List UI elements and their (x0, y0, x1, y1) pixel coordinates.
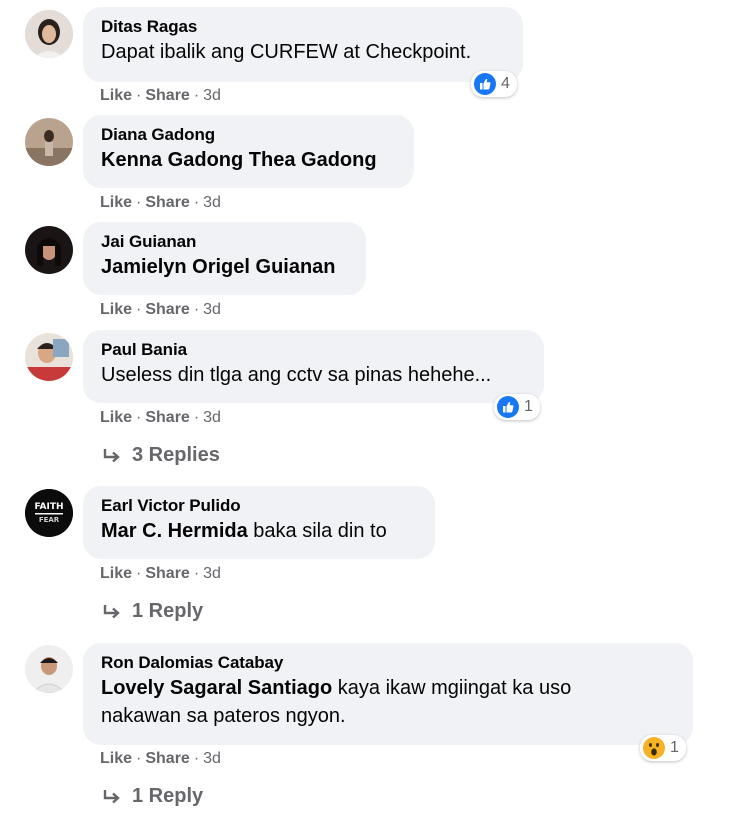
separator-dot: · (193, 565, 200, 582)
reaction-count-number: 1 (670, 739, 679, 756)
share-button[interactable]: Share (145, 87, 189, 104)
share-button[interactable]: Share (145, 194, 189, 211)
reaction-count[interactable]: 1 (640, 735, 686, 761)
like-button[interactable]: Like (100, 565, 132, 582)
separator-dot: · (193, 301, 200, 318)
separator-dot: · (193, 87, 200, 104)
like-button[interactable]: Like (100, 409, 132, 426)
like-icon (497, 396, 519, 418)
comment-text: Dapat ibalik ang CURFEW at Checkpoint. (101, 41, 472, 63)
comment-author[interactable]: Earl Victor Pulido (101, 495, 417, 517)
mention-link[interactable]: Lovely Sagaral Santiago (101, 677, 332, 699)
reaction-count-number: 4 (501, 75, 510, 92)
separator-dot: · (136, 301, 142, 318)
avatar-image (25, 226, 73, 274)
avatar[interactable] (25, 118, 73, 166)
comment-actions: Like · Share · 3d (100, 193, 221, 213)
comment-author[interactable]: Ron Dalomias Catabay (101, 652, 675, 674)
comment-text[interactable]: Jamielyn Origel Guianan (101, 253, 348, 281)
view-replies-link[interactable]: 1 Reply (102, 600, 203, 623)
comment-bubble: Paul Bania Useless din tlga ang cctv sa … (83, 330, 544, 403)
share-button[interactable]: Share (145, 565, 189, 582)
reaction-count-number: 1 (524, 398, 533, 415)
reaction-count[interactable]: 4 (471, 71, 517, 97)
comment-timestamp[interactable]: 3d (203, 194, 221, 211)
separator-dot: · (193, 409, 200, 426)
like-button[interactable]: Like (100, 750, 132, 767)
comment-text[interactable]: Kenna Gadong Thea Gadong (101, 146, 396, 174)
separator-dot: · (136, 565, 142, 582)
view-replies-link[interactable]: 1 Reply (102, 785, 203, 808)
comment-text: Useless din tlga ang cctv sa pinas heheh… (101, 364, 492, 386)
comment-timestamp[interactable]: 3d (203, 565, 221, 582)
comment-actions: Like · Share · 3d (100, 408, 221, 428)
reaction-count[interactable]: 1 (494, 394, 540, 420)
comment-text: Lovely Sagaral Santiago kaya ikaw mgiing… (101, 674, 675, 702)
like-button[interactable]: Like (100, 301, 132, 318)
avatar[interactable] (25, 645, 73, 693)
wow-icon (643, 737, 665, 759)
comment-actions: Like · Share · 3d (100, 300, 221, 320)
reply-arrow-icon (103, 789, 120, 803)
comment-timestamp[interactable]: 3d (203, 409, 221, 426)
separator-dot: · (136, 409, 142, 426)
avatar[interactable] (25, 10, 73, 58)
comment-author[interactable]: Ditas Ragas (101, 16, 505, 38)
view-replies-label: 1 Reply (132, 600, 204, 622)
view-replies-label: 3 Replies (132, 444, 220, 466)
avatar-image (25, 10, 73, 58)
avatar-image (25, 489, 73, 537)
comment-bubble: Diana Gadong Kenna Gadong Thea Gadong (83, 115, 414, 188)
comment-actions: Like · Share · 3d (100, 749, 221, 769)
comment-actions: Like · Share · 3d (100, 86, 221, 106)
comment-bubble: Earl Victor Pulido Mar C. Hermida baka s… (83, 486, 435, 559)
avatar-image (25, 645, 73, 693)
reply-arrow-icon (103, 604, 120, 618)
avatar-image (25, 118, 73, 166)
share-button[interactable]: Share (145, 750, 189, 767)
view-replies-label: 1 Reply (132, 785, 204, 807)
comment-actions: Like · Share · 3d (100, 564, 221, 584)
share-button[interactable]: Share (145, 301, 189, 318)
avatar-image (25, 333, 73, 381)
like-icon (474, 73, 496, 95)
avatar[interactable]: FAITH FEAR (25, 489, 73, 537)
comment-text-body: kaya ikaw mgiingat ka uso (332, 677, 572, 699)
separator-dot: · (136, 87, 142, 104)
reply-arrow-icon (103, 448, 120, 462)
avatar[interactable] (25, 226, 73, 274)
avatar-text-bottom: FEAR (38, 516, 60, 524)
separator-dot: · (193, 194, 200, 211)
comment-author[interactable]: Paul Bania (101, 339, 526, 361)
comment-timestamp[interactable]: 3d (203, 750, 221, 767)
comment-bubble: Ditas Ragas Dapat ibalik ang CURFEW at C… (83, 7, 523, 82)
like-button[interactable]: Like (100, 194, 132, 211)
comment-text-line2: nakawan sa pateros ngyon. (101, 705, 346, 727)
comment-text-body: baka sila din to (247, 520, 387, 542)
separator-dot: · (193, 750, 200, 767)
share-button[interactable]: Share (145, 409, 189, 426)
comment-author[interactable]: Jai Guianan (101, 231, 348, 253)
comment-author[interactable]: Diana Gadong (101, 124, 396, 146)
separator-dot: · (136, 194, 142, 211)
comment-timestamp[interactable]: 3d (203, 87, 221, 104)
avatar[interactable] (25, 333, 73, 381)
mention-link[interactable]: Mar C. Hermida (101, 520, 248, 542)
comment-bubble: Ron Dalomias Catabay Lovely Sagaral Sant… (83, 643, 693, 745)
comment-timestamp[interactable]: 3d (203, 301, 221, 318)
like-button[interactable]: Like (100, 87, 132, 104)
view-replies-link[interactable]: 3 Replies (102, 444, 220, 467)
avatar-text-top: FAITH (34, 502, 64, 512)
comment-text: Mar C. Hermida baka sila din to (101, 517, 417, 545)
comment-bubble: Jai Guianan Jamielyn Origel Guianan (83, 222, 366, 295)
separator-dot: · (136, 750, 142, 767)
